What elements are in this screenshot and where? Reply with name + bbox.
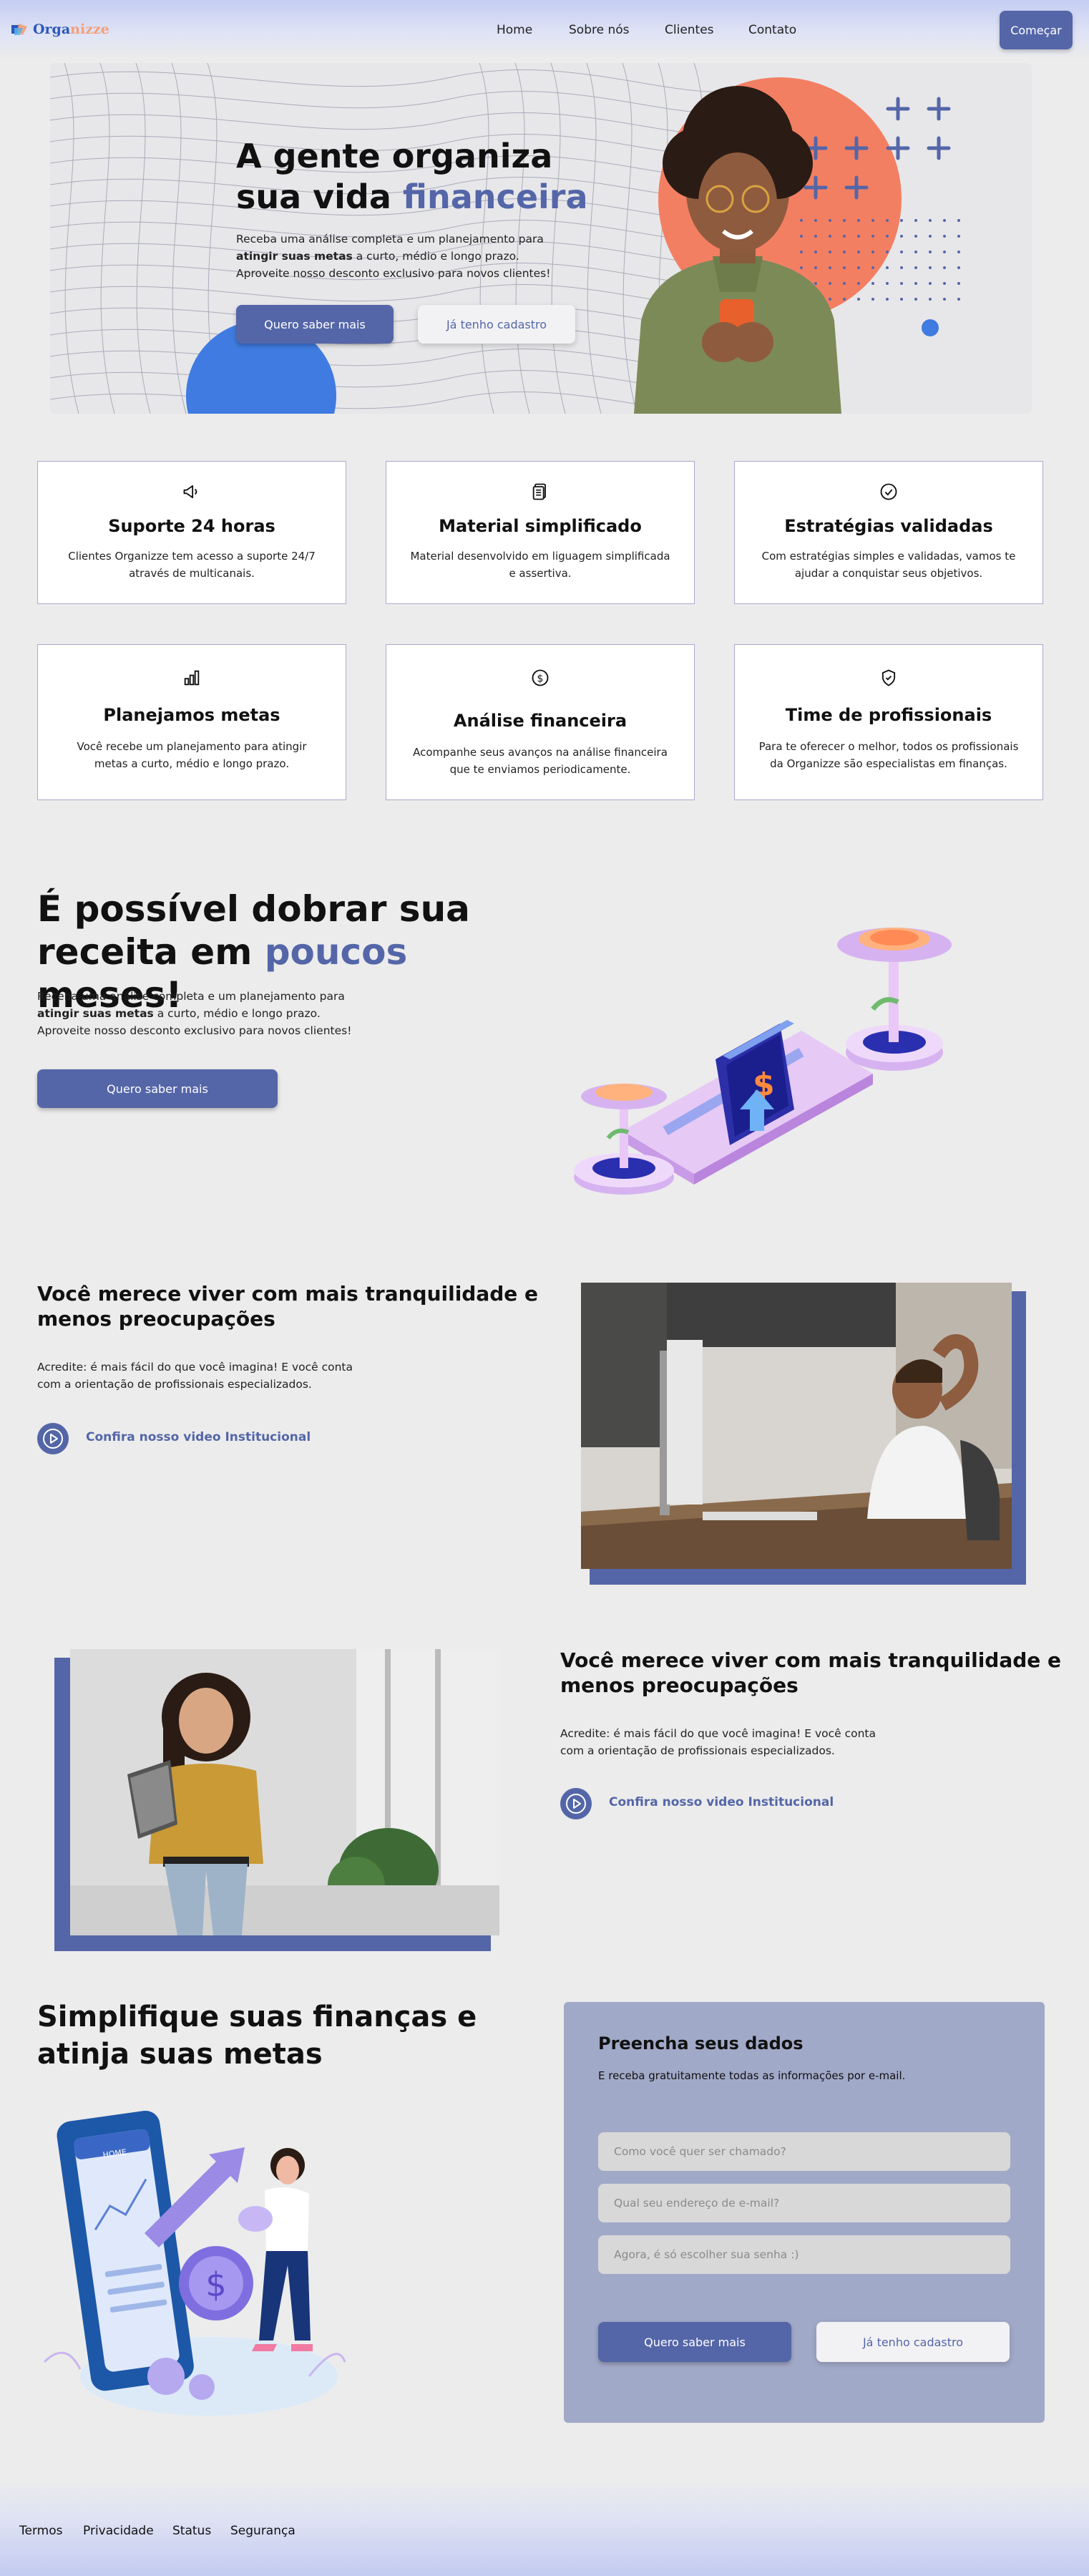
feature-card: $ Análise financeira Acompanhe seus avan… <box>386 644 695 800</box>
feature-title: Time de profissionais <box>785 705 992 725</box>
email-input[interactable] <box>598 2184 1010 2222</box>
calm-text-line2: com a orientação de profissionais especi… <box>37 1378 312 1391</box>
footer-link-seguranca[interactable]: Segurança <box>230 2524 296 2538</box>
feature-title: Análise financeira <box>453 711 627 731</box>
megaphone-icon <box>183 485 197 499</box>
form-learn-more-button[interactable]: Quero saber mais <box>598 2322 791 2362</box>
play-icon <box>566 1794 586 1814</box>
footer-link-privacidade[interactable]: Privacidade <box>83 2524 154 2538</box>
revenue-title-line2: receita em <box>37 931 265 973</box>
logo-text-part2: nizze <box>70 21 109 37</box>
calm-title-line2: menos preocupações <box>560 1673 799 1697</box>
finance-app-phone-illustration: HOME $ <box>43 2110 346 2416</box>
revenue-text-line2: a curto, médio e longo prazo. <box>153 1007 321 1020</box>
feature-text: Para te oferecer o melhor, todos os prof… <box>758 740 1019 770</box>
nav-link-sobre[interactable]: Sobre nós <box>569 23 630 37</box>
footer-link-status[interactable]: Status <box>172 2524 211 2538</box>
feature-card: Estratégias validadas Com estratégias si… <box>734 461 1043 604</box>
calm-title-line2: menos preocupações <box>37 1307 275 1331</box>
calm-description: Acredite: é mais fácil do que você imagi… <box>560 1725 918 1759</box>
revenue-description: Receba uma análise completa e um planeja… <box>37 988 381 1039</box>
document-icon <box>532 483 546 500</box>
shield-check-icon <box>882 669 896 686</box>
calm-text-line2: com a orientação de profissionais especi… <box>560 1744 835 1757</box>
hero-title-line2: sua vida <box>236 178 403 216</box>
feature-card: Suporte 24 horas Clientes Organizze tem … <box>37 461 346 604</box>
signup-form: Preencha seus dados E receba gratuitamen… <box>564 2002 1045 2423</box>
form-already-registered-button[interactable]: Já tenho cadastro <box>816 2322 1010 2362</box>
play-video-button[interactable] <box>37 1423 69 1454</box>
revenue-text-bold: atingir suas metas <box>37 1007 154 1020</box>
footer: Termos Privacidade Status Segurança <box>0 2478 1089 2576</box>
feature-text: Material desenvolvido em liguagem simpli… <box>410 550 670 580</box>
feature-title: Planejamos metas <box>103 705 280 725</box>
nav-link-clientes[interactable]: Clientes <box>665 23 714 37</box>
svg-text:$: $ <box>537 673 544 684</box>
revenue-title-accent: poucos <box>264 931 408 973</box>
hero-text-line2: a curto, médio e longo prazo. <box>352 250 519 263</box>
hero-text-line1: Receba uma análise completa e um planeja… <box>236 233 544 246</box>
simplify-title-line2: atinja suas metas <box>37 2038 323 2071</box>
feature-text: Você recebe um planejamento para atingir… <box>77 740 307 770</box>
password-input[interactable] <box>598 2235 1010 2274</box>
svg-text:$: $ <box>205 2265 226 2304</box>
woman-with-phone-photo <box>634 86 841 414</box>
form-subtitle: E receba gratuitamente todas as informaç… <box>598 2069 906 2082</box>
logo[interactable]: Organizze <box>10 21 109 37</box>
logo-icon <box>11 24 27 35</box>
play-video-button[interactable] <box>560 1788 592 1819</box>
form-title: Preencha seus dados <box>598 2033 804 2053</box>
calm-text-line1: Acredite: é mais fácil do que você imagi… <box>37 1361 353 1374</box>
hero-description: Receba uma análise completa e um planeja… <box>236 230 565 282</box>
hero-text-bold: atingir suas metas <box>236 250 353 263</box>
revenue-text-line3: Aproveite nosso desconto exclusivo para … <box>37 1024 352 1037</box>
logo-text-part1: Orga <box>33 21 71 37</box>
hero-title-accent: financeira <box>402 178 588 216</box>
dollar-circle-icon: $ <box>532 669 549 686</box>
feature-text: Acompanhe seus avanços na análise financ… <box>413 746 668 776</box>
isometric-money-growth-illustration: $ <box>574 928 952 1195</box>
footer-link-termos[interactable]: Termos <box>19 2524 62 2538</box>
calm-text-line1: Acredite: é mais fácil do que você imagi… <box>560 1727 876 1740</box>
feature-title: Material simplificado <box>439 516 642 536</box>
play-icon <box>43 1429 63 1449</box>
simplify-title-line1: Simplifique suas finanças e <box>37 2001 477 2033</box>
feature-card: Time de profissionais Para te oferecer o… <box>734 644 1043 800</box>
nav-link-contato[interactable]: Contato <box>748 23 796 37</box>
calm-title-line1: Você merece viver com mais tranquilidade… <box>37 1282 538 1306</box>
calm-description: Acredite: é mais fácil do que você imagi… <box>37 1359 395 1393</box>
feature-card: Material simplificado Material desenvolv… <box>386 461 695 604</box>
video-link[interactable]: Confira nosso video Institucional <box>86 1430 311 1444</box>
simplify-title: Simplifique suas finanças e atinja suas … <box>37 1998 538 2073</box>
hero-already-registered-button[interactable]: Já tenho cadastro <box>418 305 575 344</box>
start-button[interactable]: Começar <box>1000 11 1073 49</box>
feature-title: Estratégias validadas <box>784 516 993 536</box>
bar-chart-icon <box>184 670 200 686</box>
calm-title-line1: Você merece viver com mais tranquilidade… <box>560 1648 1061 1672</box>
revenue-learn-more-button[interactable]: Quero saber mais <box>37 1069 278 1108</box>
hero-learn-more-button[interactable]: Quero saber mais <box>236 305 394 344</box>
top-navbar: Organizze Home Sobre nós Clientes Contat… <box>0 0 1089 60</box>
feature-text: Clientes Organizze tem acesso a suporte … <box>68 550 316 580</box>
feature-title: Suporte 24 horas <box>108 516 275 536</box>
calm-section-title: Você merece viver com mais tranquilidade… <box>560 1648 1061 1698</box>
man-relaxing-at-desk-photo <box>581 1283 1012 1569</box>
hero-title: A gente organiza sua vida financeira <box>236 136 608 218</box>
feature-card: Planejamos metas Você recebe um planejam… <box>37 644 346 800</box>
nav-link-home[interactable]: Home <box>497 23 532 37</box>
hero-text-line3: Aproveite nosso desconto exclusivo para … <box>236 267 551 280</box>
woman-with-tablet-photo <box>70 1649 499 1935</box>
calm-section-title: Você merece viver com mais tranquilidade… <box>37 1281 538 1331</box>
revenue-title-line1: É possível dobrar sua <box>37 888 470 930</box>
video-link[interactable]: Confira nosso video Institucional <box>609 1795 834 1809</box>
feature-text: Com estratégias simples e validadas, vam… <box>761 550 1016 580</box>
name-input[interactable] <box>598 2132 1010 2171</box>
hero-title-line1: A gente organiza <box>236 137 553 175</box>
revenue-text-line1: Receba uma análise completa e um planeja… <box>37 990 345 1003</box>
check-circle-icon <box>880 483 897 500</box>
